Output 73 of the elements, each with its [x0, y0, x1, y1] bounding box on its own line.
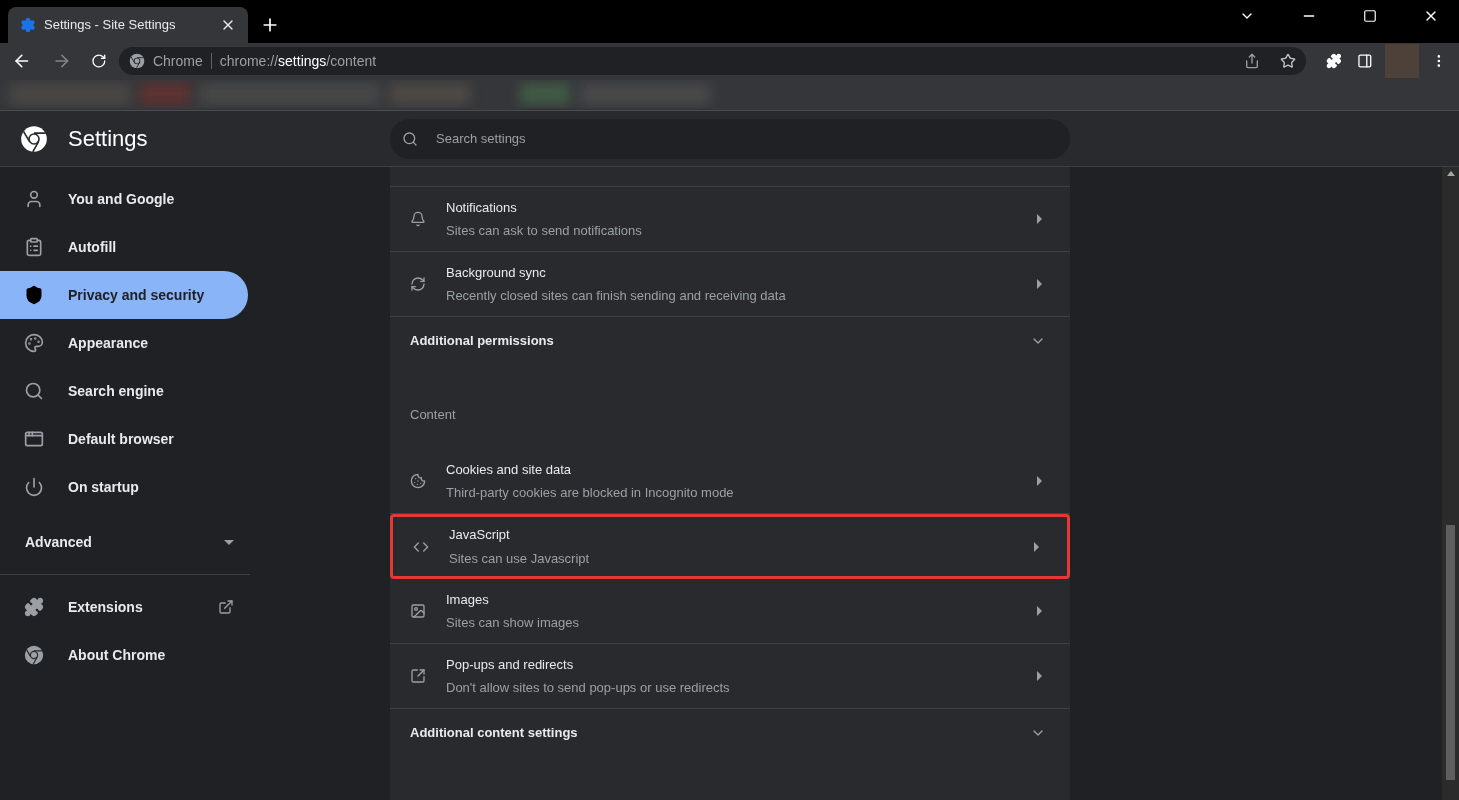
sidebar-item[interactable]: Privacy and security — [0, 271, 248, 319]
row-subtitle: Recently closed sites can finish sending and receiving data — [446, 287, 787, 305]
arrow-right-icon — [1037, 214, 1042, 224]
settings-row[interactable]: JavaScript Sites can use Javascript — [390, 514, 1070, 579]
scroll-up-arrow-icon[interactable] — [1446, 171, 1455, 176]
sidebar-item[interactable]: On startup — [0, 463, 248, 511]
row-subtitle: Don't allow sites to send pop-ups or use redirects — [446, 679, 731, 697]
side-panel-icon[interactable] — [1357, 53, 1373, 69]
row-subtitle: Sites can use Javascript — [449, 549, 591, 568]
bookmark-star-icon[interactable] — [1279, 53, 1296, 69]
arrow-right-icon — [1037, 279, 1042, 289]
external-window-icon — [410, 668, 426, 684]
address-bar[interactable]: Chrome chrome://settings/content — [118, 47, 1306, 75]
scrollbar[interactable] — [1442, 167, 1459, 800]
row-subtitle: Sites can ask to send notifications — [446, 222, 643, 240]
sidebar-item[interactable]: Default browser — [0, 415, 248, 463]
extensions-icon[interactable] — [1325, 53, 1342, 69]
row-title: JavaScript — [449, 526, 511, 544]
settings-row[interactable]: Pop-ups and redirects Don't allow sites to send pop-ups or use redirects — [390, 644, 1070, 709]
arrow-right-icon — [1037, 476, 1042, 486]
sidebar-item[interactable]: Search engine — [0, 367, 248, 415]
page-title: Settings — [68, 125, 148, 153]
expandable-section[interactable]: Additional permissions — [390, 317, 1070, 365]
chrome-logo-icon — [24, 645, 44, 665]
chrome-logo-icon — [128, 53, 145, 69]
share-icon[interactable] — [1243, 53, 1260, 69]
settings-row[interactable]: Cookies and site data Third-party cookies are blocked in Incognito mode — [390, 449, 1070, 514]
palette-icon — [24, 333, 44, 353]
arrow-right-icon — [1037, 606, 1042, 616]
tab-title: Settings - Site Settings — [44, 16, 177, 35]
row-title: Cookies and site data — [446, 460, 573, 479]
search-icon — [402, 130, 418, 147]
caret-icon — [224, 540, 234, 545]
sidebar-item[interactable]: Extensions — [0, 583, 250, 631]
settings-icon — [20, 17, 36, 33]
search-icon — [24, 381, 44, 401]
reload-icon[interactable] — [91, 53, 107, 69]
arrow-right-icon — [1034, 541, 1039, 552]
puzzle-piece-icon — [24, 597, 44, 617]
person-icon — [24, 189, 44, 209]
bell-icon — [410, 211, 426, 227]
browser-window-icon — [24, 429, 44, 449]
cookie-icon — [410, 473, 426, 489]
sidebar-item[interactable]: Appearance — [0, 319, 248, 367]
arrow-right-icon — [1037, 671, 1042, 681]
row-subtitle: Sites can show images — [446, 614, 580, 632]
chrome-logo-icon — [20, 124, 48, 153]
clipboard-icon — [24, 237, 44, 257]
site-label: Chrome — [152, 51, 203, 71]
settings-row[interactable]: Images Sites can show images — [390, 579, 1070, 644]
shield-icon — [24, 285, 44, 305]
advanced-toggle[interactable]: Advanced — [0, 511, 250, 575]
row-title: Images — [446, 590, 490, 609]
section-heading: Content — [409, 406, 457, 424]
sidebar-item[interactable]: You and Google — [0, 175, 248, 223]
url-text: chrome://settings/content — [219, 51, 377, 71]
sidebar-item[interactable]: Autofill — [0, 223, 248, 271]
external-link-icon — [218, 599, 234, 615]
image-icon — [410, 603, 426, 619]
sync-icon — [410, 276, 426, 292]
row-title: Pop-ups and redirects — [446, 655, 575, 674]
settings-row[interactable]: Notifications Sites can ask to send notifications — [390, 187, 1070, 252]
row-subtitle: Third-party cookies are blocked in Incognito mode — [446, 484, 735, 502]
settings-row[interactable]: Background sync Recently closed sites can finish sending and receiving data — [390, 252, 1070, 317]
sidebar-item[interactable]: About Chrome — [0, 631, 250, 679]
power-icon — [24, 477, 44, 497]
expandable-section[interactable]: Additional content settings — [390, 709, 1070, 757]
maximize-icon[interactable] — [1363, 9, 1377, 23]
scrollbar-thumb[interactable] — [1446, 525, 1455, 780]
browser-tab[interactable]: Settings - Site Settings — [8, 7, 248, 43]
row-title: Background sync — [446, 263, 547, 282]
search-field[interactable]: Search settings — [390, 118, 1070, 159]
row-title: Notifications — [446, 198, 518, 217]
